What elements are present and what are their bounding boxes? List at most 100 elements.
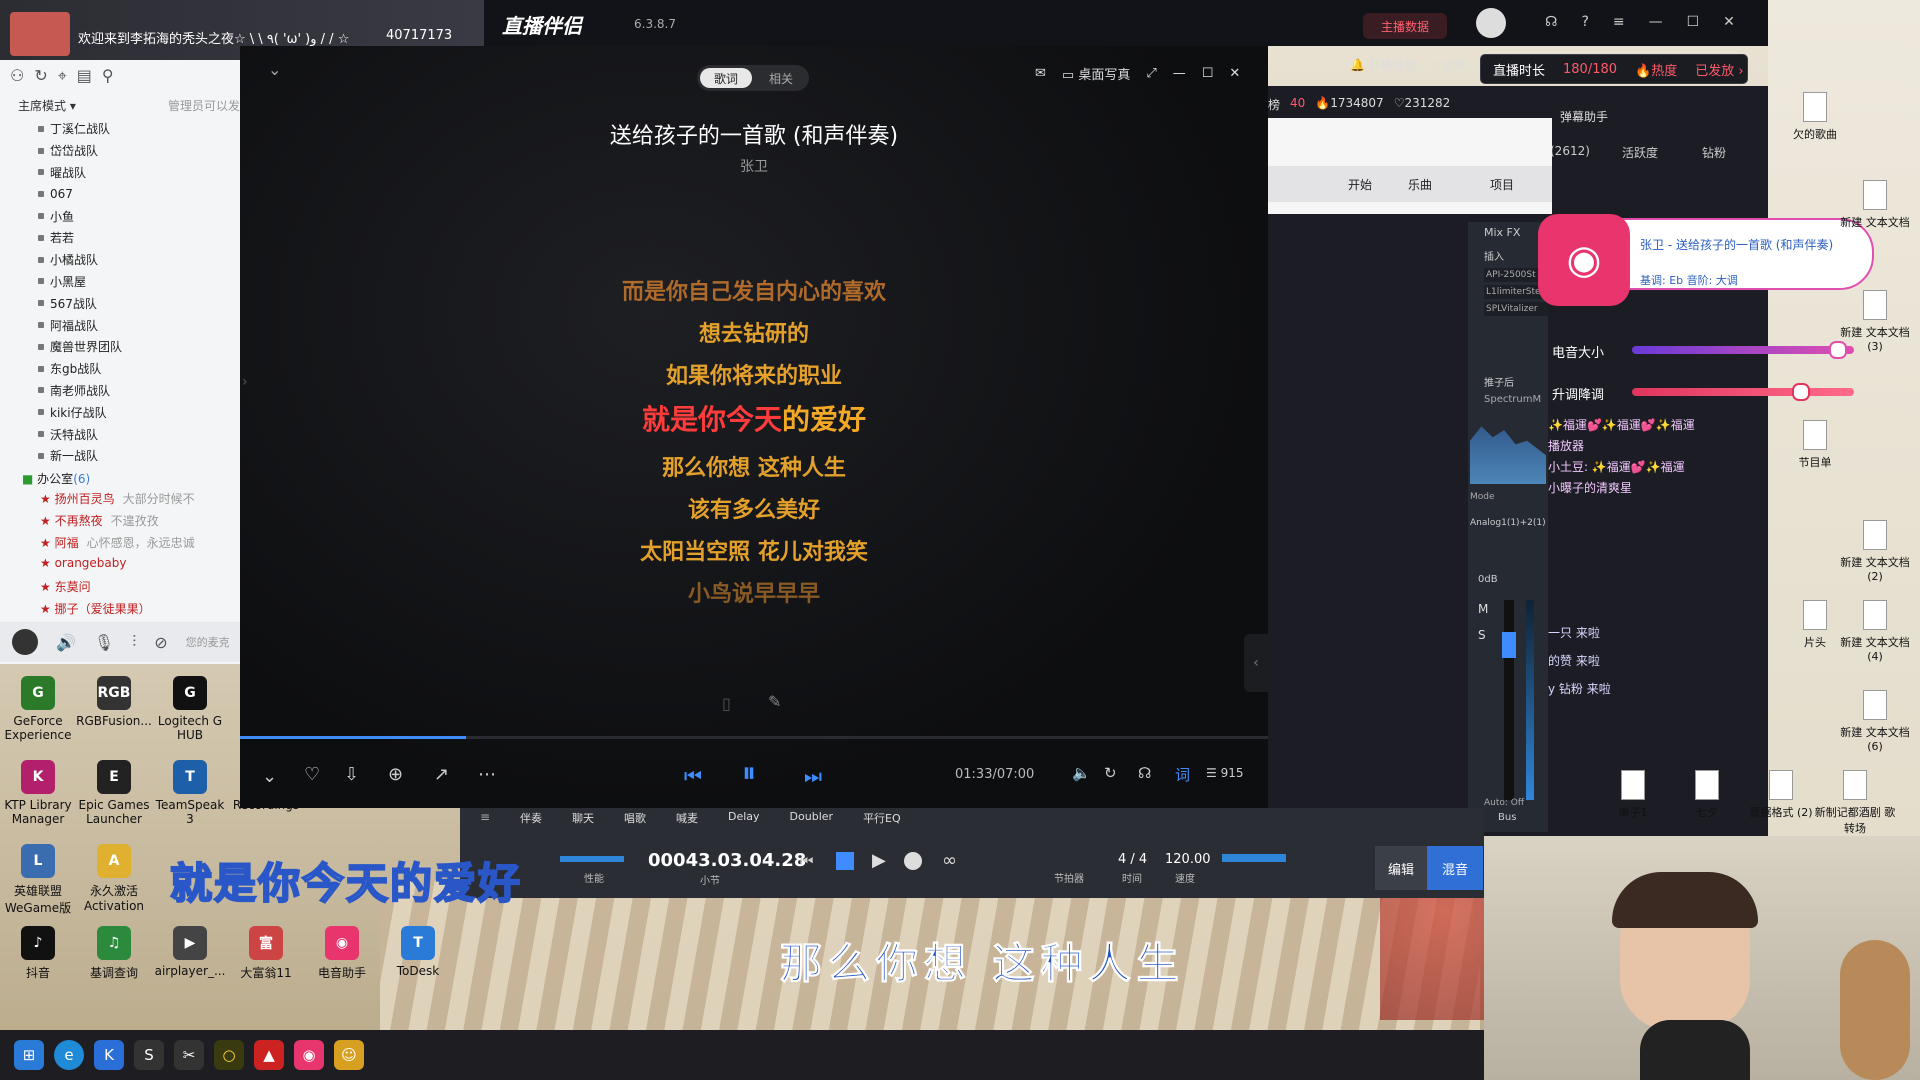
headset-icon[interactable]: ☊ (1545, 14, 1557, 30)
member-item[interactable]: ★ 不再熬夜 不遑孜孜 (40, 512, 159, 529)
repeat-icon[interactable]: ↻ (1104, 764, 1117, 782)
equalizer-icon[interactable]: ⫶ (132, 632, 136, 652)
desktop-icon[interactable]: ▶ airplayer_... (152, 926, 228, 978)
preset-tab[interactable]: 伴奏 (520, 810, 542, 826)
app-icon[interactable]: ○ (214, 1040, 244, 1070)
edge-icon[interactable]: e (54, 1040, 84, 1070)
pause-icon[interactable]: ⏸ (742, 756, 756, 790)
steam-icon[interactable]: S (134, 1040, 164, 1070)
channel-item[interactable]: 567战队 (0, 292, 240, 314)
collapse-icon[interactable]: ⌄ (268, 60, 281, 79)
edit-button[interactable]: 编辑 (1375, 846, 1427, 890)
avatar[interactable] (12, 629, 38, 655)
desktop-file[interactable]: 新建 文本文档 (6) (1832, 690, 1918, 753)
mic-mute-icon[interactable]: ⊘ (154, 633, 167, 652)
user-icon[interactable]: ⚇ (10, 66, 24, 86)
desktop-file[interactable]: 新制记都酒剧 歌转场 (1812, 770, 1898, 836)
channel-item[interactable]: 067 (0, 183, 240, 205)
desktop-file[interactable]: 新建 文本文档 (3) (1832, 290, 1918, 353)
menu-start[interactable]: 开始 (1348, 176, 1372, 193)
fader-track[interactable] (1504, 600, 1514, 800)
pitch-slider[interactable] (1632, 388, 1854, 396)
preset-tab[interactable]: 唱歌 (624, 810, 646, 826)
office-group[interactable]: ■ 办公室(6) (22, 470, 90, 487)
add-to-playlist-icon[interactable]: ⊕ (388, 764, 403, 785)
search-icon[interactable]: ⚲ (102, 66, 114, 86)
game-icon[interactable]: ☺ (334, 1040, 364, 1070)
sent-label[interactable]: 已发放 › (1695, 60, 1743, 79)
desktop-file[interactable]: 欠的歌曲 (1772, 92, 1858, 142)
channel-item[interactable]: 小黑屋 (0, 271, 240, 293)
record-icon[interactable] (904, 852, 922, 870)
channel-item[interactable]: 曜战队 (0, 162, 240, 184)
preset-tab[interactable]: Delay (728, 810, 760, 826)
mic-icon[interactable]: 🎙 (94, 633, 114, 652)
pitch-slider-handle[interactable] (1791, 383, 1810, 401)
previous-track-icon[interactable]: ⏮ (684, 764, 702, 788)
lyrics-toggle[interactable]: 词 (1175, 764, 1190, 785)
tab-activity[interactable]: 活跃度 (1622, 144, 1658, 161)
speaker-icon[interactable]: 🔊 (56, 633, 76, 652)
tempo[interactable]: 120.00 (1165, 852, 1211, 867)
metronome-label[interactable]: 节拍器 (1054, 870, 1084, 885)
minimize-icon[interactable]: — (1649, 14, 1663, 30)
tab-related[interactable]: 相关 (756, 68, 806, 88)
preset-tab[interactable]: 平行EQ (863, 810, 901, 826)
mixer-insert[interactable]: 插入 (1484, 248, 1504, 263)
member-item[interactable]: ★ orangebaby (40, 556, 135, 570)
desktop-icon[interactable]: A 永久激活Activation (76, 844, 152, 913)
desktop-icon[interactable]: 富大富翁11 (228, 926, 304, 981)
desktop-icon[interactable]: RGB RGBFusion... (76, 676, 152, 728)
desktop-icon[interactable]: T ToDesk (380, 926, 456, 978)
desktop-icon[interactable]: T TeamSpeak 3 (152, 760, 228, 826)
desktop-icon[interactable]: ♪ 抖音 (0, 926, 76, 981)
desktop-icon[interactable]: G GeForce Experience (0, 676, 76, 742)
channel-item[interactable]: 东gb战队 (0, 358, 240, 380)
more-icon[interactable]: ⋯ (478, 764, 496, 785)
channel-item[interactable]: 沃特战队 (0, 423, 240, 445)
maximize-icon[interactable]: ☐ (1687, 14, 1700, 30)
preset-tab[interactable]: Doubler (790, 810, 834, 826)
channel-item[interactable]: 小鱼 (0, 205, 240, 227)
notify-button[interactable]: 🔔 开播提醒 (1350, 56, 1417, 73)
channel-item[interactable]: 魔兽世界团队 (0, 336, 240, 358)
host-avatar[interactable] (1476, 8, 1506, 38)
next-track-icon[interactable]: ⏭ (804, 764, 822, 788)
left-expand-icon[interactable]: › (242, 374, 248, 390)
lyric-card-icon[interactable]: ▯ (722, 694, 731, 713)
channel-item[interactable]: kiki仔战队 (0, 401, 240, 423)
play-icon[interactable]: ▶ (872, 850, 886, 871)
download-icon[interactable]: ⇩ (344, 764, 359, 785)
solo-button[interactable]: S (1478, 628, 1486, 642)
desktop-icon[interactable]: ◉ 电音助手 (304, 926, 380, 981)
volume-icon[interactable]: 🔈 (1072, 764, 1091, 782)
share-icon[interactable]: ↗ (434, 764, 449, 785)
desktop-icon[interactable]: G Logitech G HUB (152, 676, 228, 742)
mute-button[interactable]: M (1478, 602, 1488, 616)
desktop-icon[interactable]: ♫ 基调查询 (76, 926, 152, 981)
channel-item[interactable]: 丁溪仁战队 (0, 118, 240, 140)
share-button[interactable]: ↗ 分享 (1428, 56, 1466, 73)
close-icon[interactable]: ✕ (1229, 66, 1240, 81)
desktop-icon[interactable]: E Epic Games Launcher (76, 760, 152, 826)
stop-icon[interactable] (836, 852, 854, 870)
daw-menu-icon[interactable]: ≡ (480, 810, 490, 824)
volume-slider[interactable] (1632, 346, 1854, 354)
channel-item[interactable]: 阿福战队 (0, 314, 240, 336)
channel-item[interactable]: 小橘战队 (0, 249, 240, 271)
notes-icon[interactable]: ▤ (77, 66, 92, 86)
start-icon[interactable]: ⊞ (14, 1040, 44, 1070)
desktop-file[interactable]: 新建 文本文档 (1832, 180, 1918, 230)
mail-icon[interactable]: ✉ (1035, 66, 1046, 81)
desktop-lyrics-button[interactable]: ▭ 桌面写真 (1062, 64, 1130, 83)
loop-icon[interactable]: ∞ (942, 850, 957, 871)
desktop-file[interactable]: 节目单 (1772, 420, 1858, 470)
time-signature[interactable]: 4 / 4 (1118, 852, 1147, 867)
preset-tab[interactable]: 聊天 (572, 810, 594, 826)
channel-item[interactable]: 岱岱战队 (0, 140, 240, 162)
lyric-edit-icon[interactable]: ✎ (768, 692, 781, 711)
tab-diamond[interactable]: 钻粉 (1702, 144, 1726, 161)
desktop-file[interactable]: 新建 文本文档 (4) (1832, 600, 1918, 663)
mix-button[interactable]: 混音 (1427, 846, 1483, 890)
song-artist[interactable]: 张卫 (240, 156, 1268, 176)
